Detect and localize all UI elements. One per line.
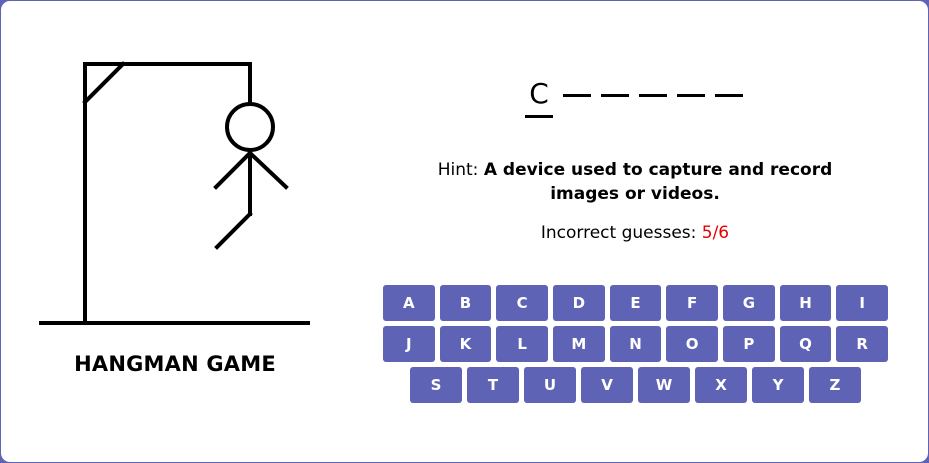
key-m-button[interactable]: M	[553, 326, 605, 362]
hint-label: Hint:	[437, 160, 479, 180]
key-g-button[interactable]: G	[723, 285, 775, 321]
key-b-button[interactable]: B	[439, 285, 492, 321]
key-p-button[interactable]: P	[723, 326, 775, 362]
key-i-button[interactable]: I	[836, 285, 889, 321]
hangman-left-arm	[213, 150, 253, 190]
keyboard-row: JKLMNOPQR	[382, 326, 889, 362]
key-u-button[interactable]: U	[524, 367, 576, 403]
key-z-button[interactable]: Z	[809, 367, 861, 403]
incorrect-guesses-count: 5/6	[701, 223, 730, 243]
key-f-button[interactable]: F	[666, 285, 719, 321]
key-a-button[interactable]: A	[382, 285, 435, 321]
letter-slot	[601, 75, 629, 115]
letter-slot	[563, 75, 591, 115]
key-d-button[interactable]: D	[553, 285, 605, 321]
key-s-button[interactable]: S	[410, 367, 462, 403]
key-j-button[interactable]: J	[382, 326, 435, 362]
key-e-button[interactable]: E	[609, 285, 662, 321]
hangman-drawing	[39, 61, 310, 325]
key-h-button[interactable]: H	[779, 285, 832, 321]
key-k-button[interactable]: K	[439, 326, 492, 362]
letter-keyboard: ABCDEFGHI JKLMNOPQR STUVWXYZ	[382, 285, 889, 408]
incorrect-guesses: Incorrect guesses: 5/6	[431, 223, 839, 243]
hangman-left-leg	[214, 211, 253, 250]
letter-slot	[715, 75, 743, 115]
key-w-button[interactable]: W	[638, 367, 690, 403]
key-o-button[interactable]: O	[666, 326, 719, 362]
hangman-head	[225, 102, 275, 152]
key-n-button[interactable]: N	[609, 326, 662, 362]
keyboard-row: ABCDEFGHI	[382, 285, 889, 321]
key-v-button[interactable]: V	[581, 367, 633, 403]
key-q-button[interactable]: Q	[779, 326, 832, 362]
hint-value: A device used to capture and record imag…	[483, 160, 833, 204]
letter-slot	[677, 75, 705, 115]
gallows-brace	[82, 61, 126, 105]
letter-slot	[639, 75, 667, 115]
incorrect-guesses-label: Incorrect guesses:	[540, 223, 697, 243]
key-c-button[interactable]: C	[496, 285, 548, 321]
letter-slot: C	[525, 75, 553, 118]
keyboard-row: STUVWXYZ	[383, 367, 888, 403]
game-card: HANGMAN GAME C Hint: A device used to ca…	[0, 0, 929, 463]
key-r-button[interactable]: R	[836, 326, 889, 362]
game-title: HANGMAN GAME	[74, 352, 276, 376]
key-x-button[interactable]: X	[695, 367, 747, 403]
key-l-button[interactable]: L	[496, 326, 548, 362]
hangman-right-arm	[247, 150, 289, 190]
hint-text: Hint: A device used to capture and recor…	[401, 158, 869, 206]
key-y-button[interactable]: Y	[752, 367, 804, 403]
word-display: C	[525, 75, 743, 123]
key-t-button[interactable]: T	[467, 367, 519, 403]
